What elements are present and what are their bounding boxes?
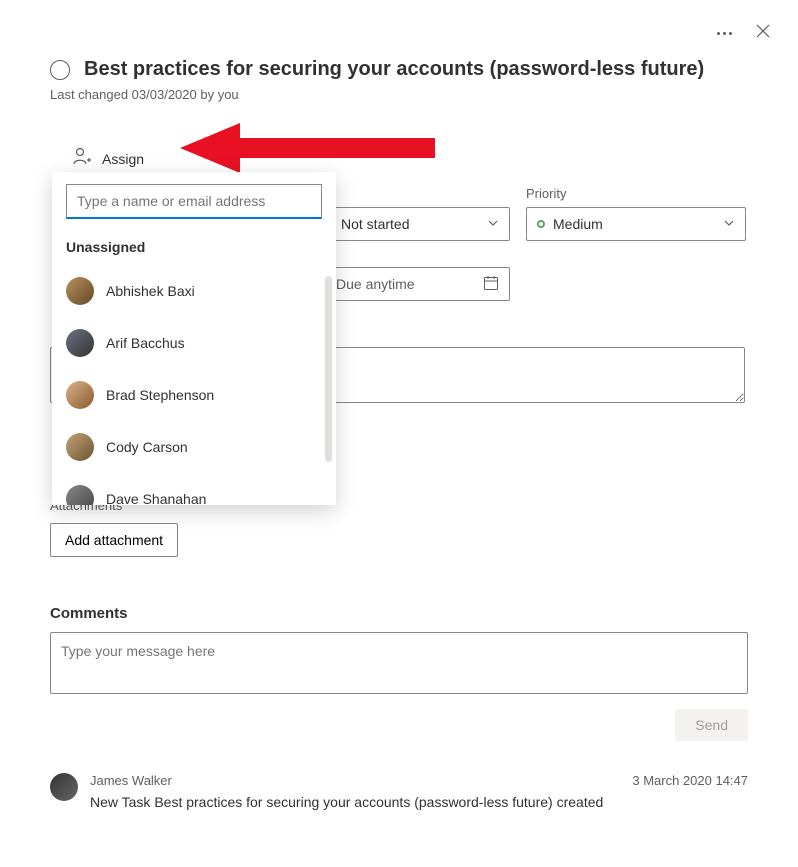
avatar — [66, 329, 94, 357]
avatar — [66, 277, 94, 305]
assign-dropdown: Unassigned Abhishek Baxi Arif Bacchus Br… — [52, 172, 336, 505]
add-attachment-button[interactable]: Add attachment — [50, 523, 178, 557]
comment-item: James Walker 3 March 2020 14:47 New Task… — [50, 773, 748, 810]
avatar — [66, 381, 94, 409]
priority-label: Priority — [526, 186, 746, 201]
last-changed-text: Last changed 03/03/2020 by you — [50, 87, 748, 102]
comment-input[interactable] — [50, 632, 748, 694]
complete-task-checkbox[interactable] — [50, 60, 70, 80]
avatar — [66, 485, 94, 505]
assign-search-input[interactable] — [66, 184, 322, 219]
person-add-icon — [72, 146, 92, 171]
unassigned-option[interactable]: Unassigned — [52, 229, 336, 265]
comment-author: James Walker — [90, 773, 172, 788]
chevron-down-icon — [723, 216, 735, 232]
assign-button[interactable]: Assign — [72, 146, 748, 171]
priority-value: Medium — [553, 216, 603, 232]
assign-label: Assign — [102, 151, 144, 167]
task-title[interactable]: Best practices for securing your account… — [84, 58, 704, 81]
avatar — [50, 773, 78, 801]
avatar — [66, 433, 94, 461]
more-options-button[interactable] — [713, 28, 736, 39]
person-option[interactable]: Abhishek Baxi — [52, 265, 336, 317]
person-option[interactable]: Dave Shanahan — [52, 473, 336, 505]
calendar-icon — [483, 275, 499, 294]
comment-text: New Task Best practices for securing you… — [90, 794, 748, 810]
person-option[interactable]: Arif Bacchus — [52, 317, 336, 369]
person-option[interactable]: Brad Stephenson — [52, 369, 336, 421]
priority-select[interactable]: Medium — [526, 207, 746, 241]
close-button[interactable] — [752, 20, 774, 47]
priority-indicator-icon — [537, 220, 545, 228]
person-name: Arif Bacchus — [106, 335, 185, 351]
close-icon — [756, 24, 770, 38]
person-option[interactable]: Cody Carson — [52, 421, 336, 473]
person-name: Abhishek Baxi — [106, 283, 195, 299]
person-name: Dave Shanahan — [106, 491, 206, 505]
chevron-down-icon — [487, 216, 499, 232]
person-name: Brad Stephenson — [106, 387, 214, 403]
send-button[interactable]: Send — [675, 709, 748, 741]
scrollbar[interactable] — [325, 276, 332, 462]
comment-timestamp: 3 March 2020 14:47 — [632, 773, 748, 788]
person-name: Cody Carson — [106, 439, 188, 455]
comments-heading: Comments — [50, 605, 748, 622]
priority-field: Priority Medium — [526, 186, 746, 241]
